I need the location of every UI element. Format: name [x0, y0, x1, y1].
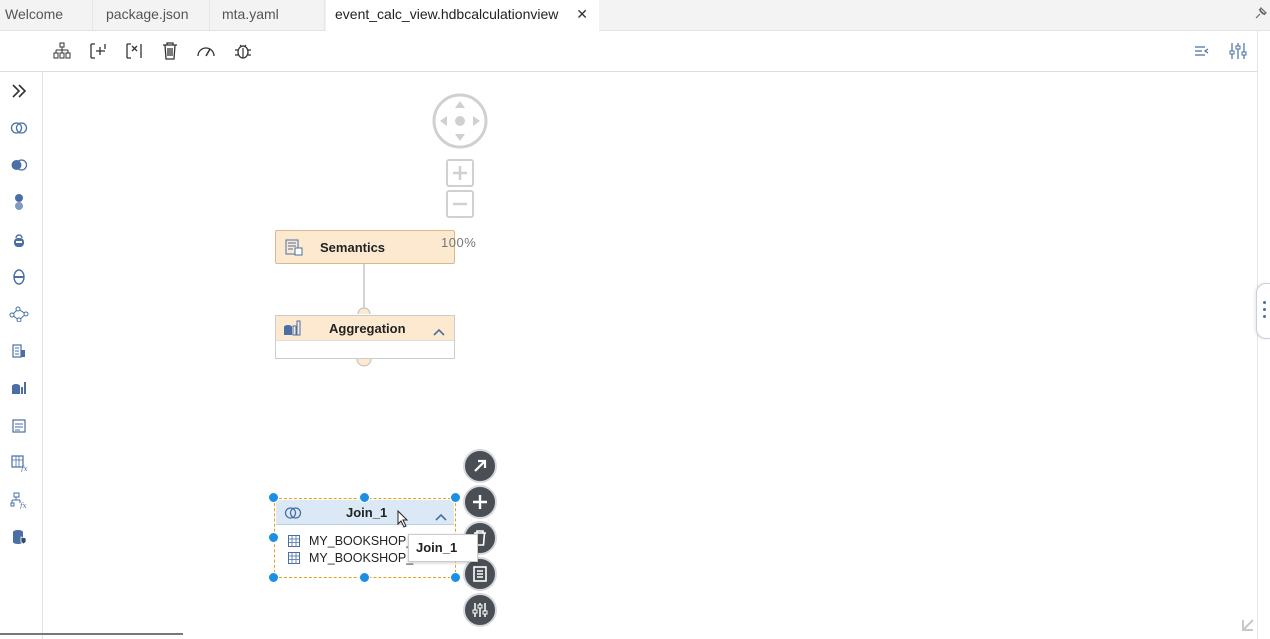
collapse-node-icon[interactable] — [433, 323, 445, 341]
semantics-icon — [285, 239, 303, 261]
resize-handle[interactable] — [450, 492, 461, 503]
resize-handle[interactable] — [268, 572, 279, 583]
resize-handle[interactable] — [359, 492, 370, 503]
node-connectors — [356, 264, 372, 367]
fit-to-screen-icon[interactable] — [1240, 615, 1258, 638]
aggregation-node[interactable]: Aggregation — [275, 315, 455, 359]
zoom-level: 100% — [441, 235, 477, 250]
open-node-button[interactable] — [463, 449, 497, 483]
join-header: Join_1 — [276, 500, 454, 525]
node-tooltip: Join_1 — [408, 534, 478, 562]
aggregation-icon — [282, 320, 302, 342]
mouse-cursor-icon — [397, 509, 409, 533]
table-icon — [288, 552, 300, 564]
properties-button[interactable] — [463, 557, 497, 591]
semantics-node[interactable]: Semantics — [275, 230, 455, 264]
side-panel-handle[interactable] — [1256, 283, 1270, 339]
table-icon — [288, 535, 300, 547]
collapse-node-icon[interactable] — [435, 508, 447, 526]
aggregation-label: Aggregation — [329, 321, 406, 336]
semantics-label: Semantics — [320, 240, 386, 255]
join-node-icon — [284, 506, 302, 524]
resize-handle[interactable] — [450, 572, 461, 583]
add-node-button[interactable] — [463, 485, 497, 519]
resize-handle[interactable] — [268, 492, 279, 503]
resize-handle[interactable] — [268, 532, 279, 543]
resize-handle[interactable] — [359, 572, 370, 583]
node-settings-button[interactable] — [463, 593, 497, 627]
status-divider — [0, 633, 183, 635]
aggregation-header: Aggregation — [276, 316, 454, 341]
join-label: Join_1 — [346, 505, 388, 520]
